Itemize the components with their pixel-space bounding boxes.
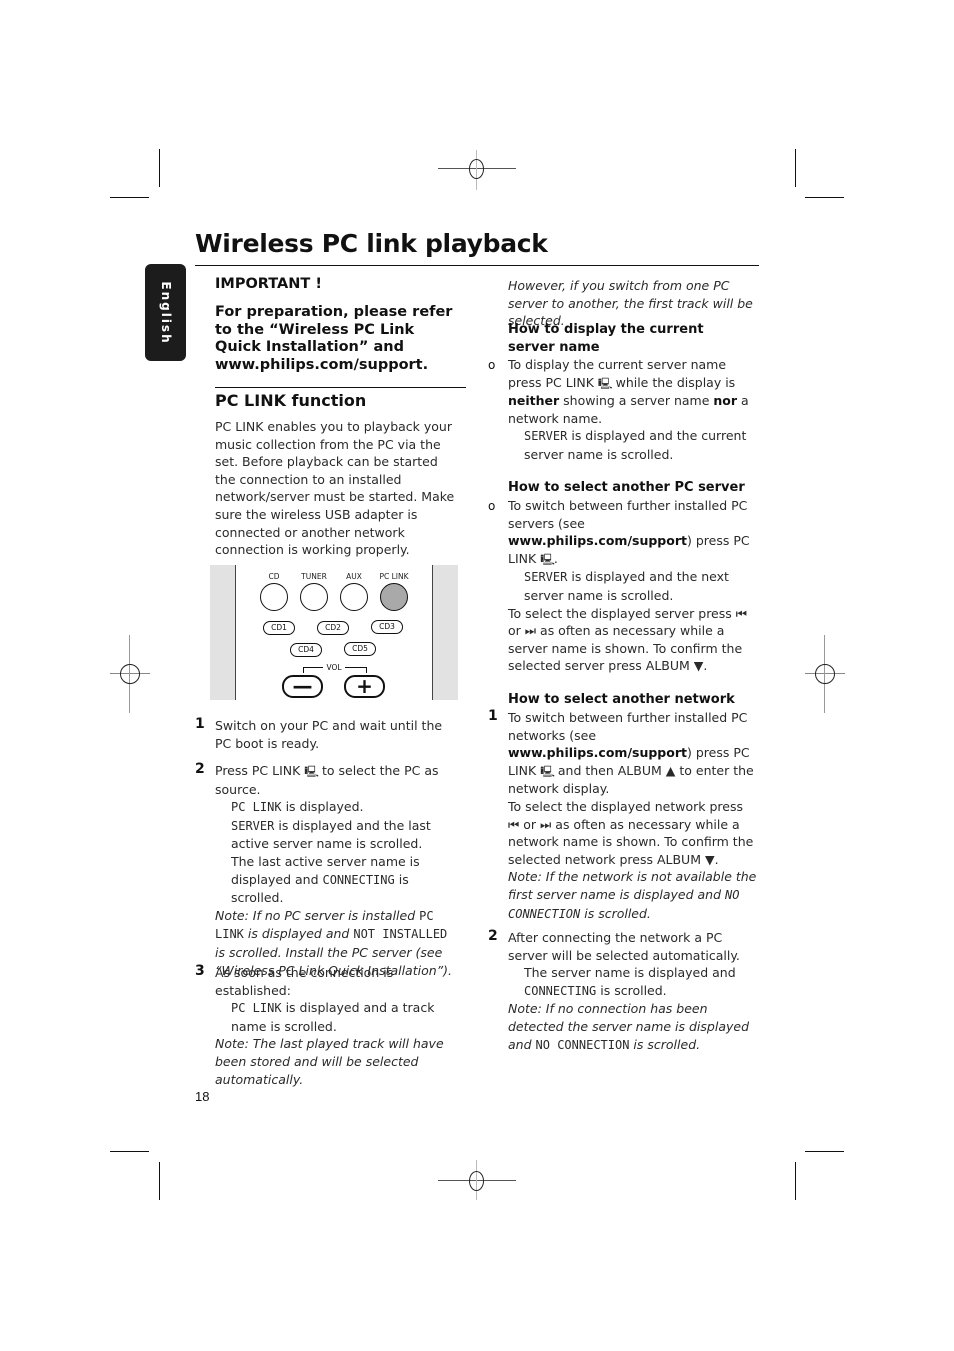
step-2-block: Press PC LINK 🖳 to select the PC as sour… — [215, 762, 460, 979]
crop-mark — [159, 149, 160, 187]
registration-mark — [110, 635, 150, 713]
note: Note: If the network is not available th… — [508, 869, 757, 921]
vol-label: VOL — [323, 663, 345, 672]
select-network-step-2: After connecting the network a PC server… — [508, 929, 758, 1054]
up-arrow-icon: ▲ — [665, 762, 676, 778]
crop-mark — [159, 1162, 160, 1200]
registration-mark — [438, 1160, 516, 1200]
step-text: Switch on your PC and wait until the PC … — [215, 718, 443, 751]
tuner-button[interactable] — [300, 583, 328, 611]
result-line: PC LINK is displayed and a track name is… — [231, 1000, 435, 1034]
vol-minus-button[interactable]: — — [282, 675, 323, 698]
step-number: 3 — [195, 963, 205, 979]
intro-paragraph: PC LINK enables you to playback your mus… — [215, 419, 455, 558]
remote-control-illustration: CD TUNER AUX PC LINK CD1 CD2 CD3 CD4 CD5… — [210, 565, 458, 700]
down-arrow-icon: ▼ — [704, 851, 715, 867]
cd-button-label: CD — [268, 572, 280, 581]
cd-button[interactable] — [260, 583, 288, 611]
aux-button[interactable] — [340, 583, 368, 611]
pc-link-button[interactable] — [380, 583, 408, 611]
support-link[interactable]: www.philips.com/support — [508, 745, 687, 760]
step-text: As soon as the connection is established… — [215, 965, 394, 998]
step-number: 1 — [195, 716, 205, 732]
display-server-heading: How to display the current server name — [508, 322, 704, 355]
crop-mark — [805, 1151, 844, 1152]
cd1-button[interactable]: CD1 — [263, 621, 295, 635]
pc-link-icon: 🖳 — [597, 376, 613, 390]
page-number: 18 — [195, 1089, 210, 1104]
crop-mark — [805, 197, 844, 198]
language-tab-label: English — [158, 280, 173, 345]
crop-mark — [110, 1151, 149, 1152]
section-divider — [215, 387, 466, 388]
crop-mark — [795, 1162, 796, 1200]
select-network-step-1: To switch between further installed PC n… — [508, 709, 758, 923]
step-text: Press PC LINK 🖳 to select the PC as sour… — [215, 763, 439, 797]
crop-mark — [795, 149, 796, 187]
important-text: For preparation, please refer to the “Wi… — [215, 304, 453, 373]
title-divider — [195, 265, 759, 266]
result-line: SERVER is displayed and the next server … — [524, 569, 729, 603]
pc-link-icon: 🖳 — [304, 765, 319, 778]
cd2-button[interactable]: CD2 — [317, 621, 349, 635]
crop-mark — [110, 197, 149, 198]
down-arrow-icon: ▼ — [693, 658, 704, 674]
result-line: SERVER is displayed and the last active … — [231, 817, 431, 852]
step-3-block: As soon as the connection is established… — [215, 964, 460, 1088]
pc-link-button-label: PC LINK — [379, 572, 409, 581]
pc-link-icon: 🖳 — [540, 764, 555, 778]
next-icon: ⏭ — [540, 816, 552, 832]
display-server-block: To display the current server name press… — [508, 356, 753, 464]
previous-icon: ⏮ — [508, 816, 520, 832]
select-server-block: To switch between further installed PC s… — [508, 497, 758, 675]
section-heading: PC LINK function — [215, 391, 367, 410]
step-number: 2 — [488, 928, 498, 944]
previous-icon: ⏮ — [735, 605, 748, 621]
result-line: The last active server name is displayed… — [231, 853, 420, 906]
select-network-heading: How to select another network — [508, 692, 735, 707]
vol-plus-button[interactable]: + — [344, 675, 385, 698]
step-number: 2 — [195, 761, 205, 777]
page-title: Wireless PC link playback — [195, 229, 548, 258]
cd4-button[interactable]: CD4 — [290, 643, 322, 657]
bullet: o — [488, 358, 496, 372]
cd5-button[interactable]: CD5 — [344, 642, 376, 656]
pc-link-icon: 🖳 — [540, 552, 555, 566]
note: Note: If no connection has been detected… — [508, 1001, 750, 1052]
registration-mark — [805, 635, 845, 713]
registration-mark — [438, 150, 516, 190]
important-heading: IMPORTANT ! — [215, 276, 322, 292]
cd3-button[interactable]: CD3 — [371, 620, 403, 634]
support-link[interactable]: www.philips.com/support — [508, 533, 687, 548]
next-icon: ⏭ — [524, 623, 537, 639]
language-tab: English — [145, 264, 186, 361]
result-line: PC LINK is displayed. — [231, 799, 364, 815]
select-server-heading: How to select another PC server — [508, 480, 745, 495]
result-line: The server name is displayed and CONNECT… — [524, 965, 736, 998]
tuner-button-label: TUNER — [301, 572, 327, 581]
note: Note: The last played track will have be… — [215, 1036, 444, 1087]
step-number: 1 — [488, 708, 498, 724]
bullet: o — [488, 499, 496, 513]
aux-button-label: AUX — [346, 572, 362, 581]
result-line: SERVER is displayed and the current serv… — [524, 428, 747, 462]
